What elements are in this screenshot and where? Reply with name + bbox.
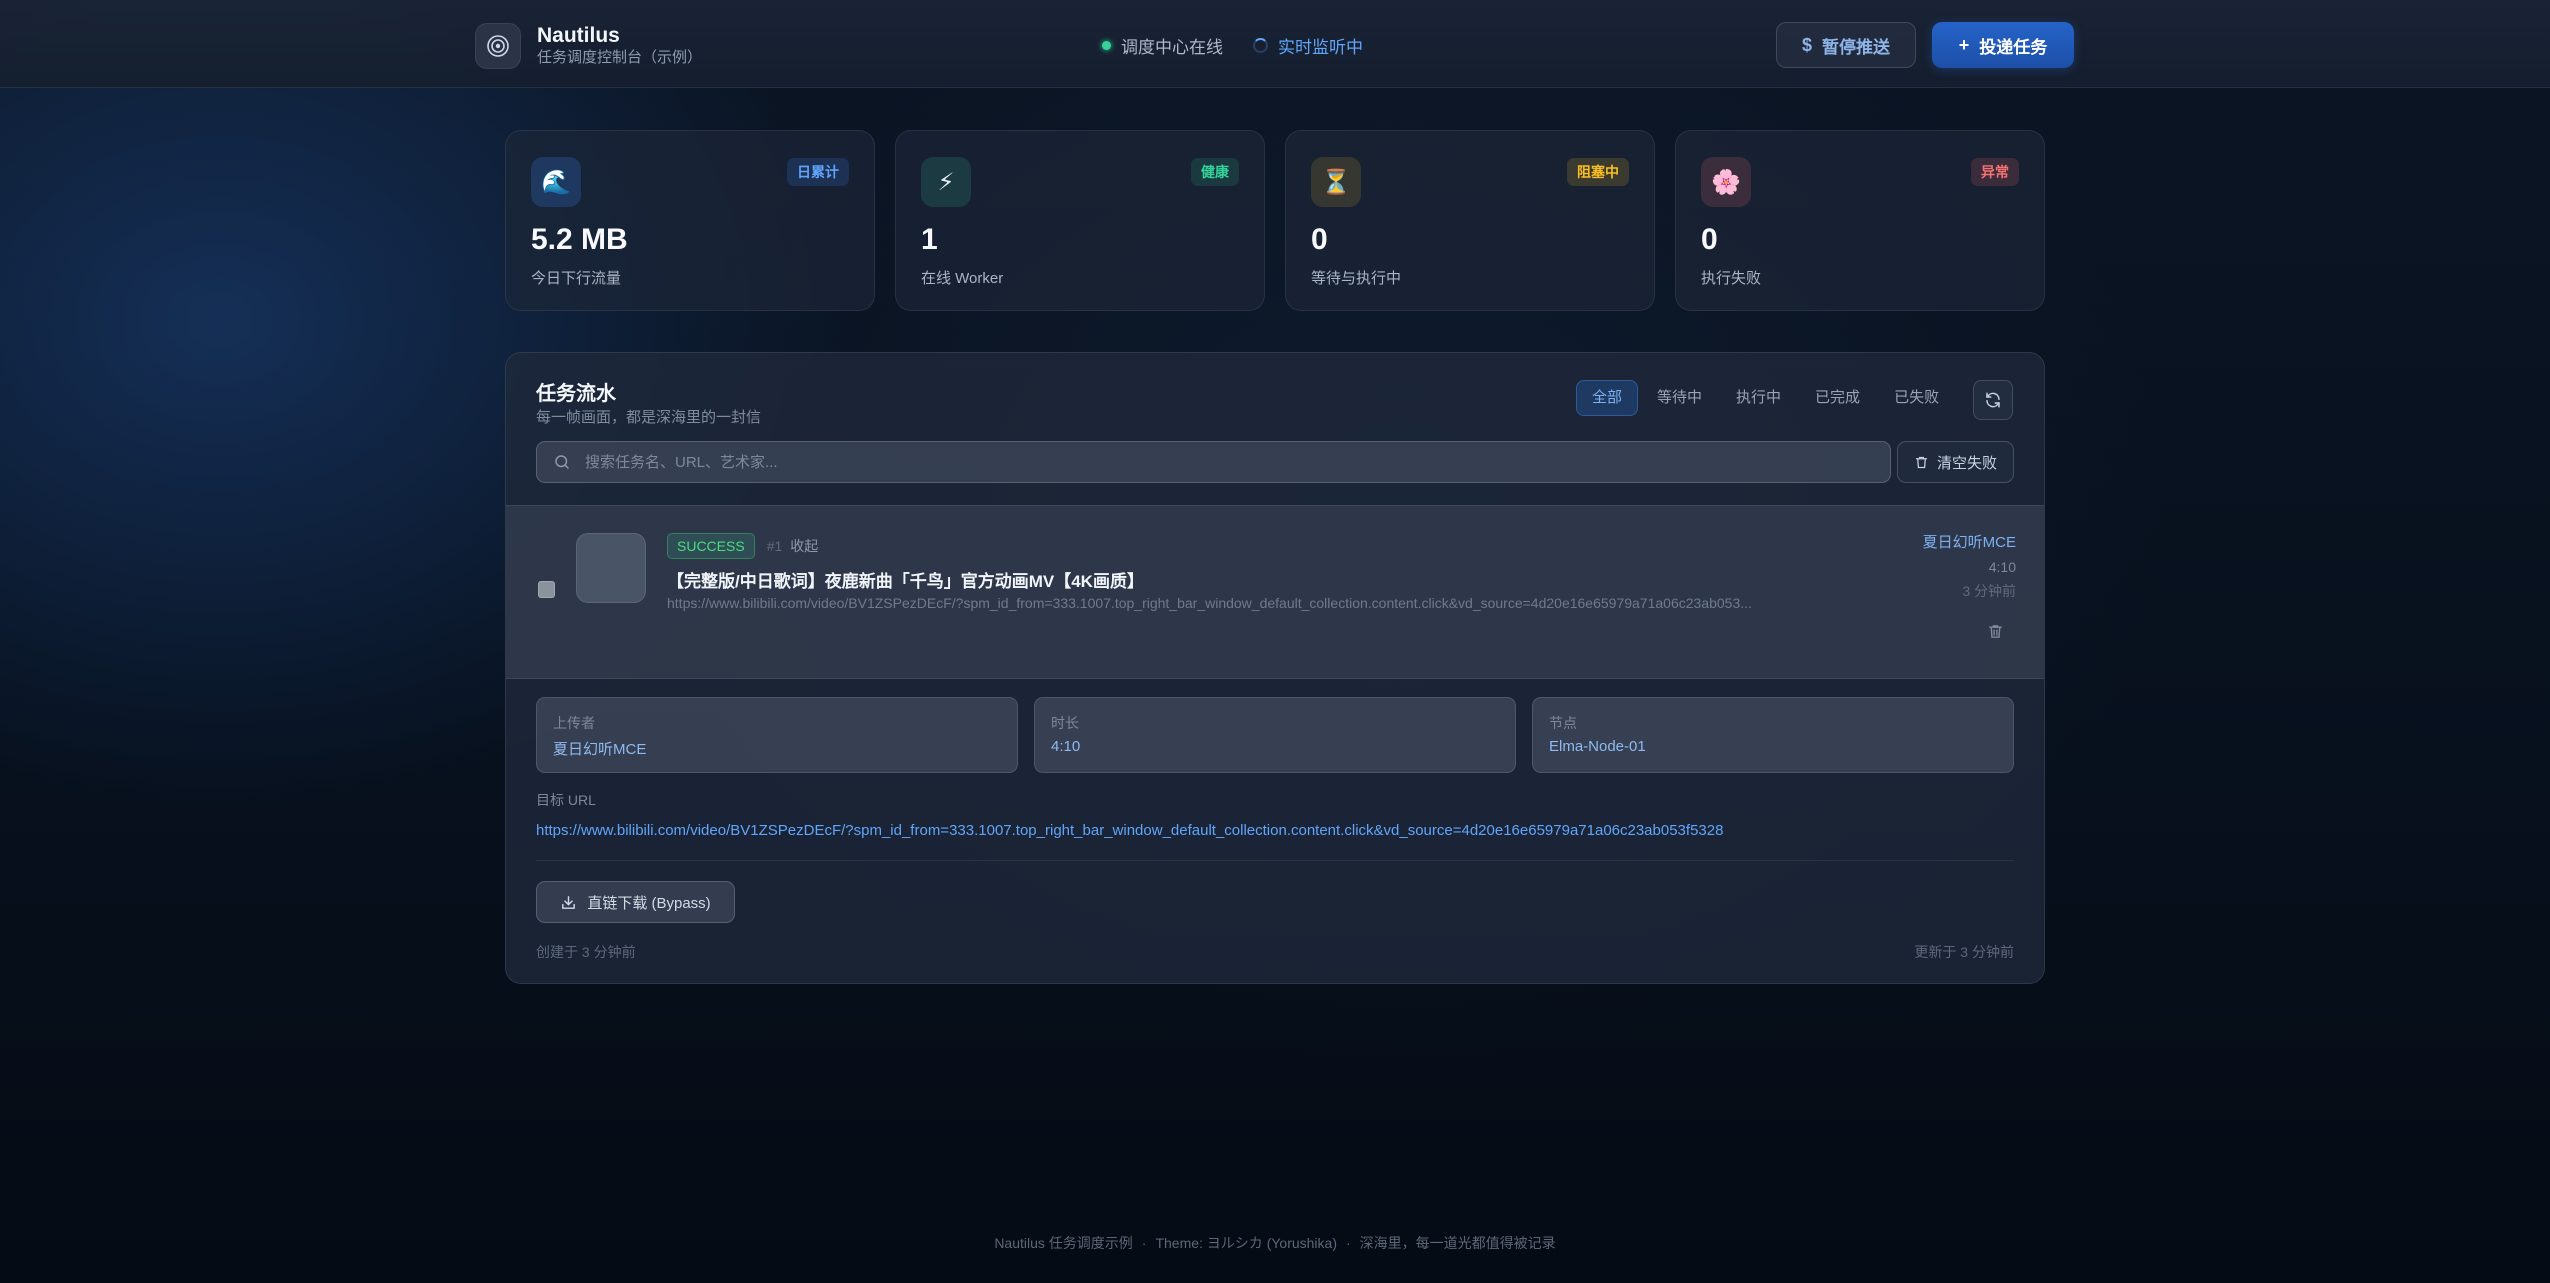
target-url-label: 目标 URL (536, 792, 596, 808)
filter-all[interactable]: 全部 (1576, 380, 1639, 416)
search-icon (555, 455, 569, 469)
status-badge: SUCCESS (667, 533, 755, 559)
detail-value: 夏日幻听MCE (553, 741, 647, 758)
footer-theme: Theme: ヨルシカ (Yorushika) (1155, 1235, 1337, 1251)
stat-value: 0 (1701, 223, 1718, 256)
bypass-download-button[interactable]: 直链下载 (Bypass) (536, 881, 735, 923)
task-title: 【完整版/中日歌词】夜鹿新曲「千鸟」官方动画MV【4K画质】 (667, 572, 1144, 591)
clear-failed-button[interactable]: 清空失败 (1897, 441, 2014, 483)
delete-task-button[interactable] (1987, 623, 2004, 645)
spinner-icon (1253, 38, 1268, 53)
stat-value: 5.2 MB (531, 223, 628, 256)
app-name: Nautilus (537, 24, 620, 47)
detail-value: Elma-Node-01 (1549, 738, 1646, 755)
task-duration: 4:10 (1988, 559, 2016, 575)
panel-title: 任务流水 (536, 383, 616, 405)
wave-icon: 🌊 (531, 157, 581, 207)
detail-value: 4:10 (1051, 738, 1081, 755)
refresh-icon (1986, 392, 2000, 408)
lightning-icon: ⚡ (921, 157, 971, 207)
filter-tabs: 全部 等待中 执行中 已完成 已失败 (1572, 380, 1954, 416)
updated-time: 更新于 3 分钟前 (1914, 944, 2014, 960)
detail-duration: 时长 4:10 (1034, 697, 1516, 773)
bypass-download-label: 直链下载 (Bypass) (587, 894, 711, 912)
stat-badge: 日累计 (787, 158, 849, 186)
stat-card-workers: ⚡ 健康 1 在线 Worker (895, 130, 1265, 311)
stat-label: 等待与执行中 (1311, 270, 1402, 287)
stat-badge: 健康 (1191, 158, 1239, 186)
stat-badge: 异常 (1971, 158, 2019, 186)
stat-card-pending: ⏳ 阻塞中 0 等待与执行中 (1285, 130, 1655, 311)
hourglass-icon: ⏳ (1311, 157, 1361, 207)
pause-push-label: 暂停推送 (1822, 37, 1890, 57)
clear-failed-label: 清空失败 (1936, 454, 1997, 472)
task-row[interactable]: SUCCESS #1 收起 【完整版/中日歌词】夜鹿新曲「千鸟」官方动画MV【4… (506, 505, 2044, 679)
task-thumbnail (576, 533, 646, 603)
detail-label: 节点 (1549, 715, 1577, 731)
task-checkbox[interactable] (538, 581, 555, 598)
plus-icon: + (1958, 34, 1970, 55)
top-bar: Nautilus 任务调度控制台（示例） 调度中心在线 实时监听中 $ 暂停推送… (0, 0, 2550, 88)
detail-node: 节点 Elma-Node-01 (1532, 697, 2014, 773)
filter-running[interactable]: 执行中 (1721, 380, 1796, 416)
detail-label: 上传者 (553, 715, 595, 731)
status-live-text: 实时监听中 (1278, 38, 1363, 57)
task-meta: SUCCESS #1 收起 (667, 533, 818, 559)
filter-pending[interactable]: 等待中 (1642, 380, 1717, 416)
search-input[interactable] (583, 452, 1837, 472)
online-dot-icon (1102, 41, 1111, 50)
stat-badge: 阻塞中 (1567, 158, 1629, 186)
stat-value: 1 (921, 223, 938, 256)
pause-push-button[interactable]: $ 暂停推送 (1776, 22, 1916, 68)
dispatch-task-button[interactable]: + 投递任务 (1932, 22, 2074, 68)
detail-label: 时长 (1051, 715, 1079, 731)
task-panel: 任务流水 每一帧画面，都是深海里的一封信 全部 等待中 执行中 已完成 已失败 … (505, 352, 2045, 984)
brand: Nautilus 任务调度控制台（示例） (475, 23, 702, 69)
created-time: 创建于 3 分钟前 (536, 944, 636, 960)
stat-label: 在线 Worker (921, 270, 1004, 287)
footer-tagline: 深海里，每一道光都值得被记录 (1359, 1235, 1556, 1251)
stat-label: 执行失败 (1701, 270, 1762, 287)
filter-failed[interactable]: 已失败 (1879, 380, 1954, 416)
footer: Nautilus 任务调度示例 · Theme: ヨルシカ (Yorushika) ·… (994, 1235, 1556, 1251)
search-box (536, 441, 1891, 483)
stat-card-traffic: 🌊 日累计 5.2 MB 今日下行流量 (505, 130, 875, 311)
target-url-link[interactable]: https://www.bilibili.com/video/BV1ZSPezD… (536, 822, 1723, 839)
connection-status: 调度中心在线 实时监听中 (1102, 33, 1363, 58)
footer-app: Nautilus 任务调度示例 (994, 1235, 1133, 1251)
panel-subtitle: 每一帧画面，都是深海里的一封信 (536, 409, 762, 426)
sonar-icon (475, 23, 521, 69)
stat-label: 今日下行流量 (531, 270, 622, 287)
filter-completed[interactable]: 已完成 (1800, 380, 1875, 416)
divider (536, 860, 2014, 861)
trash-icon (1915, 456, 1928, 468)
flower-icon: 🌸 (1701, 157, 1751, 207)
refresh-button[interactable] (1973, 380, 2013, 420)
status-online-text: 调度中心在线 (1121, 38, 1223, 57)
detail-uploader: 上传者 夏日幻听MCE (536, 697, 1018, 773)
collapse-link[interactable]: 收起 (790, 536, 818, 556)
task-id: #1 (766, 538, 783, 554)
trash-icon (1989, 625, 2002, 638)
task-uploader[interactable]: 夏日幻听MCE (1923, 532, 2016, 554)
download-icon (562, 895, 576, 909)
stat-value: 0 (1311, 223, 1328, 256)
stat-card-failed: 🌸 异常 0 执行失败 (1675, 130, 2045, 311)
app-subtitle: 任务调度控制台（示例） (537, 49, 703, 66)
dispatch-task-label: 投递任务 (1979, 37, 2048, 57)
task-url: https://www.bilibili.com/video/BV1ZSPezD… (667, 595, 1752, 611)
task-time: 3 分钟前 (1962, 583, 2016, 599)
task-info: 夏日幻听MCE 4:10 3 分钟前 (1923, 532, 2016, 602)
dollar-icon: $ (1801, 34, 1812, 55)
